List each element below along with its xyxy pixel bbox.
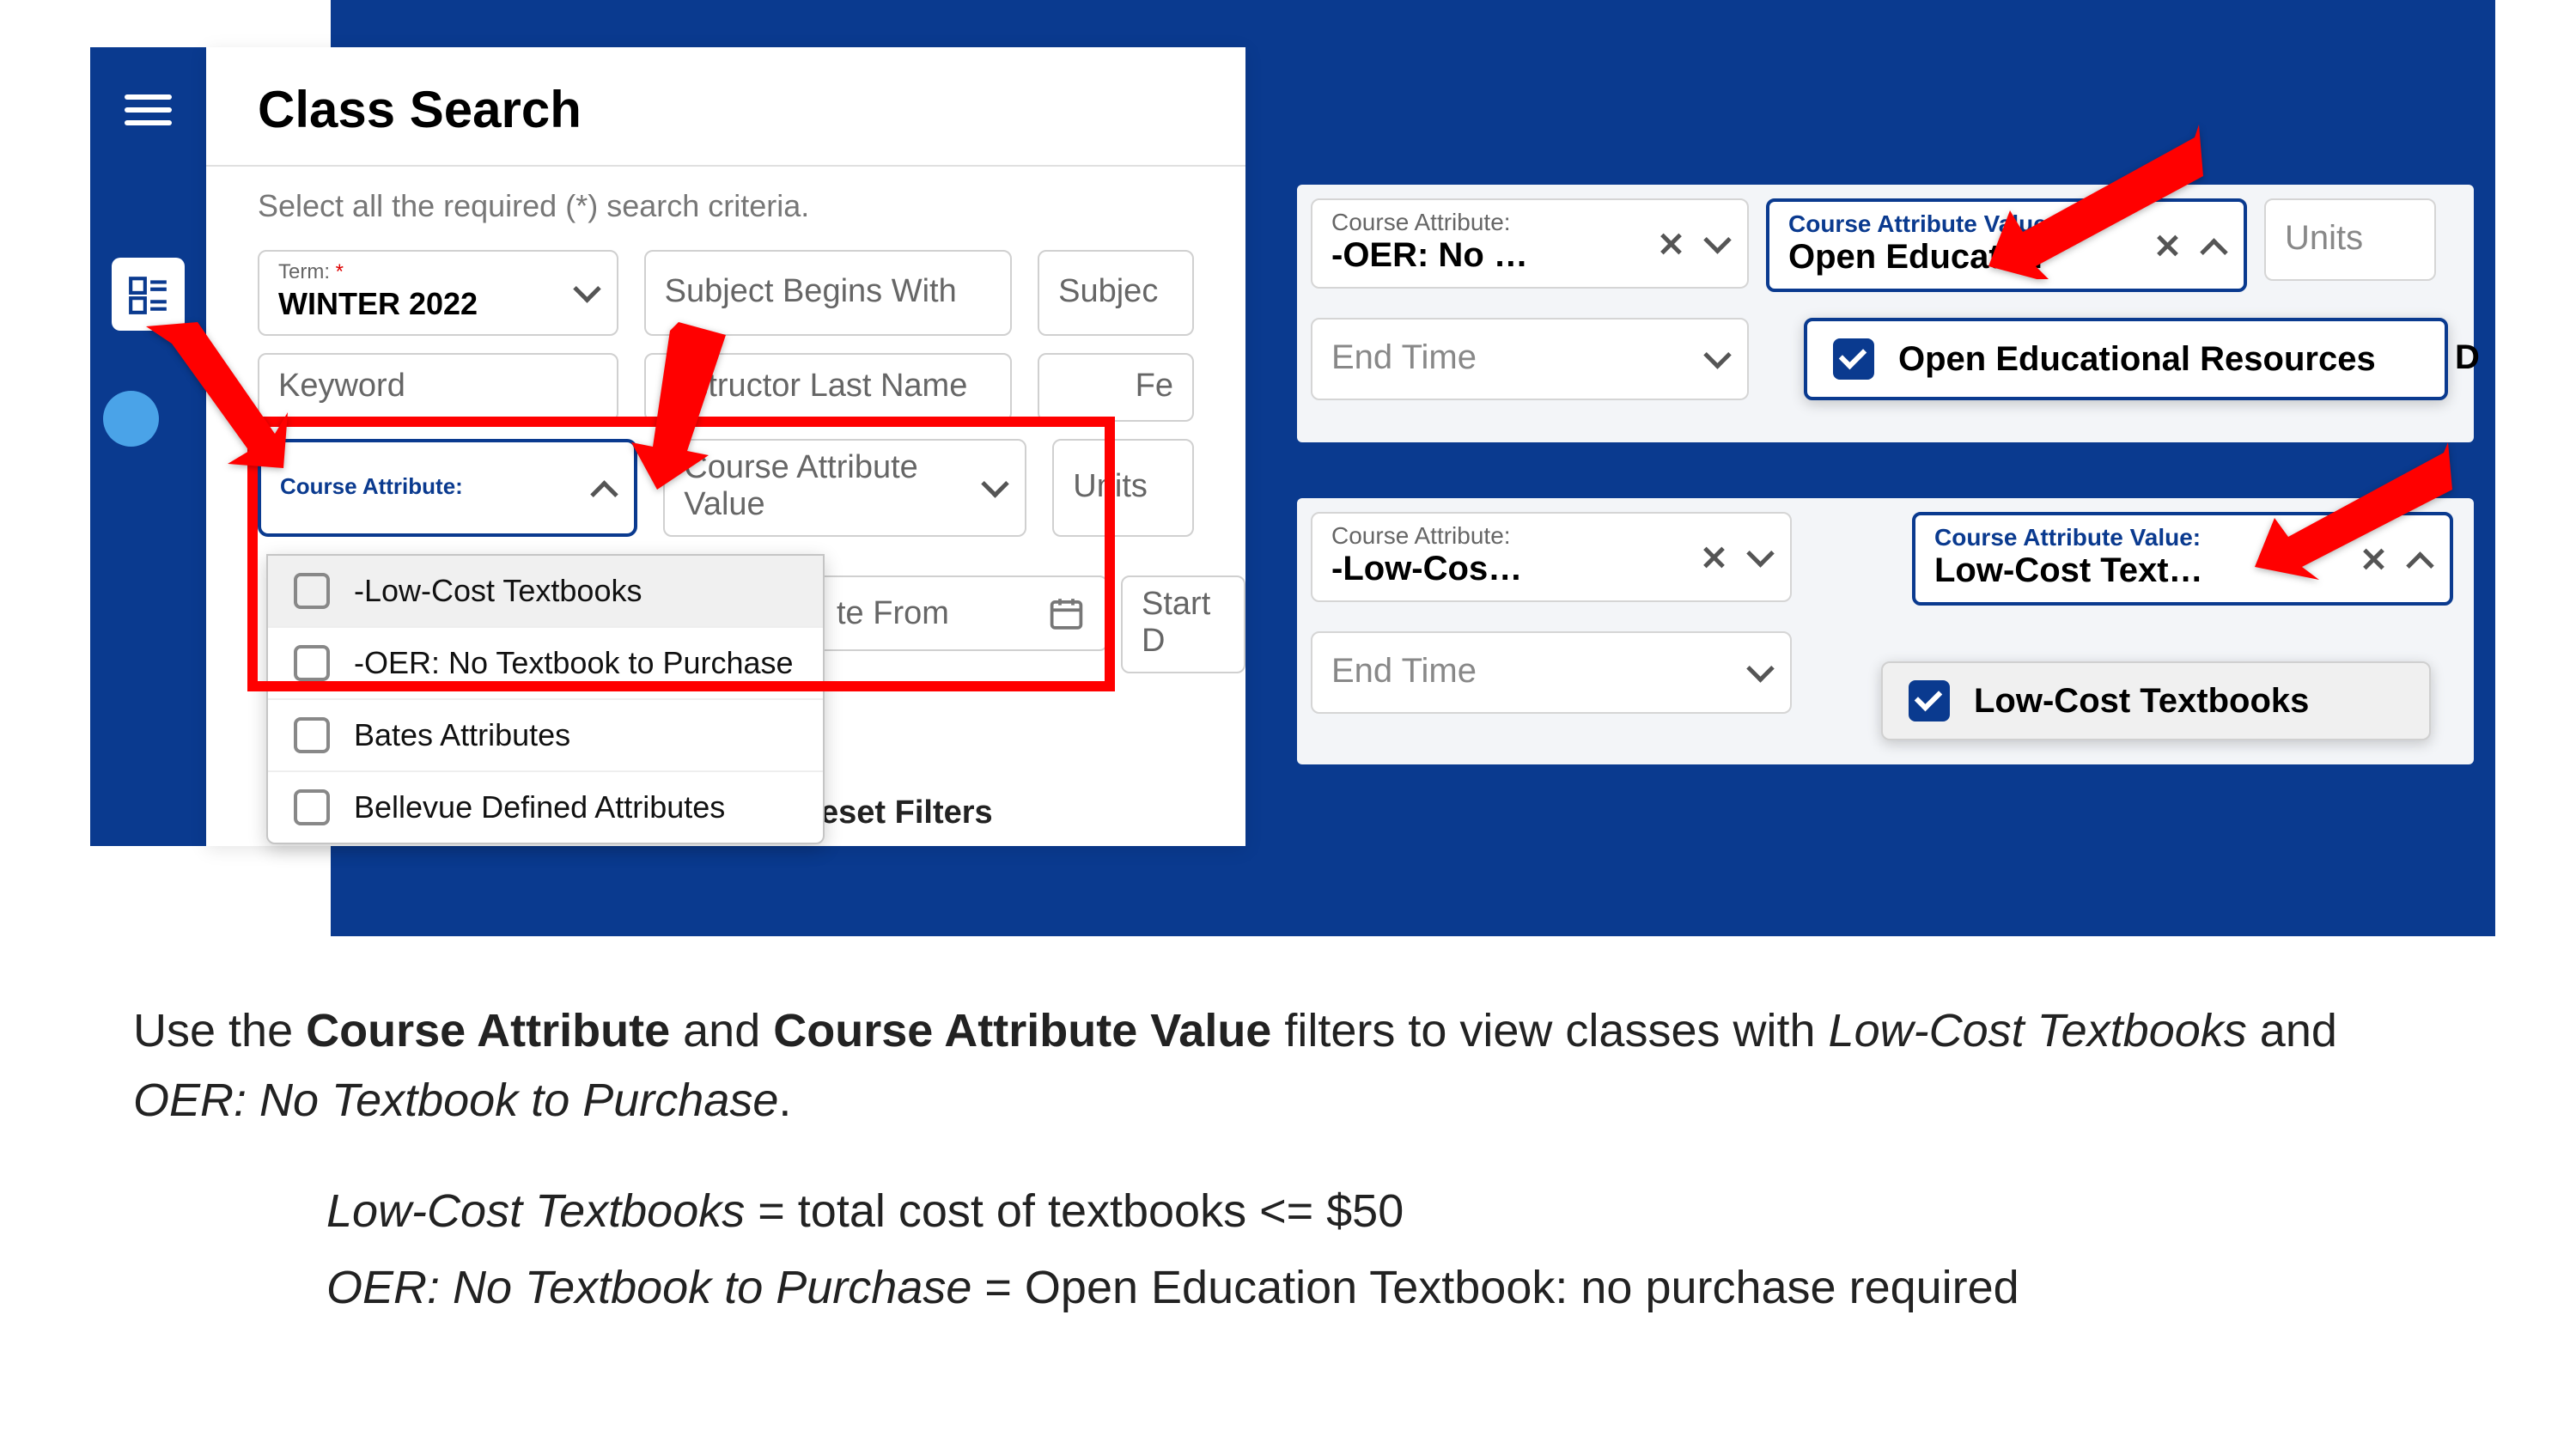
clear-icon[interactable]: [1658, 231, 1684, 257]
hamburger-icon[interactable]: [125, 86, 172, 133]
end-time-select[interactable]: End Time: [1311, 631, 1792, 714]
checkbox-checked[interactable]: [1833, 338, 1874, 380]
chevron-down-icon: [1704, 232, 1728, 256]
dropdown-item-bates[interactable]: Bates Attributes: [268, 698, 823, 770]
criteria-instruction: Select all the required (*) search crite…: [206, 167, 1245, 241]
course-attribute-select[interactable]: Course Attribute: -Low-Cos…: [1311, 512, 1792, 602]
chevron-down-icon: [574, 281, 598, 305]
option-oer[interactable]: Open Educational Resources: [1804, 318, 2448, 400]
example-panel-oer: Course Attribute: -OER: No … Course Attr…: [1297, 185, 2474, 442]
units-input[interactable]: Units: [2264, 198, 2436, 281]
end-time-select[interactable]: End Time: [1311, 318, 1749, 400]
reset-filters-button[interactable]: eset Filters: [820, 795, 993, 831]
instruction-text: Use the Course Attribute and Course Attr…: [133, 996, 2435, 1135]
annotation-arrow: [137, 318, 292, 477]
subject-input[interactable]: Subjec: [1038, 250, 1194, 336]
annotation-arrow: [593, 318, 747, 494]
annotation-arrow: [2250, 434, 2457, 584]
dropdown-item-bellevue[interactable]: Bellevue Defined Attributes: [268, 770, 823, 843]
chevron-down-icon: [1747, 661, 1771, 685]
chevron-down-icon: [1747, 545, 1771, 569]
definitions-text: Low-Cost Textbooks = total cost of textb…: [326, 1177, 2431, 1330]
fe-input[interactable]: Fe: [1038, 353, 1194, 422]
keyword-input[interactable]: Keyword: [258, 353, 618, 422]
checkbox[interactable]: [294, 717, 330, 753]
annotation-arrow: [1984, 116, 2208, 283]
checkbox-checked[interactable]: [1909, 680, 1950, 721]
term-value: WINTER 2022: [278, 286, 598, 322]
chevron-down-icon: [1704, 347, 1728, 371]
option-low-cost[interactable]: Low-Cost Textbooks: [1881, 661, 2431, 740]
term-label: Term: *: [278, 260, 598, 284]
page-title: Class Search: [206, 47, 1245, 165]
course-attribute-select[interactable]: Course Attribute: -OER: No …: [1311, 198, 1749, 289]
start-date-input[interactable]: Start D: [1121, 575, 1245, 673]
clear-icon[interactable]: [1701, 545, 1726, 570]
term-select[interactable]: Term: * WINTER 2022: [258, 250, 618, 336]
form-icon: [127, 273, 170, 316]
trailing-d: D: [2455, 338, 2480, 377]
checkbox[interactable]: [294, 789, 330, 825]
